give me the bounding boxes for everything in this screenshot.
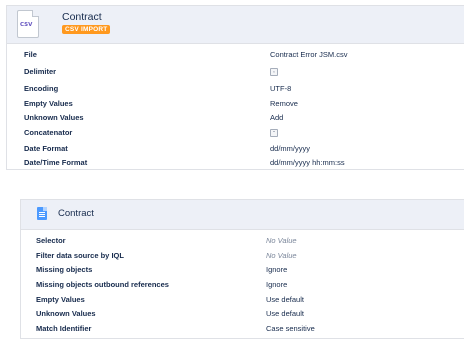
field-label: Selector	[36, 236, 66, 245]
field-label: Unknown Values	[36, 309, 96, 318]
document-icon	[37, 207, 47, 220]
field-label: Date Format	[24, 144, 68, 153]
field-label: Missing objects outbound references	[36, 280, 169, 289]
field-label: Concatenator	[24, 128, 73, 137]
field-label: Delimiter	[24, 67, 57, 76]
field-value: No Value	[266, 236, 297, 245]
field-value: UTF-8	[270, 84, 292, 93]
field-value: Ignore	[266, 265, 288, 274]
field-value: Use default	[266, 309, 304, 318]
field-value: Ignore	[266, 280, 288, 289]
field-label: Missing objects	[36, 265, 93, 274]
csv-import-header: CSV Contract CSV IMPORT	[7, 6, 464, 44]
field-value: Case sensitive	[266, 324, 315, 333]
field-value: Contract Error JSM.csv	[270, 50, 348, 59]
field-value: dd/mm/yyyy hh:mm:ss	[270, 158, 345, 167]
field-label: Filter data source by IQL	[36, 251, 124, 260]
field-label: Date/Time Format	[24, 158, 88, 167]
field-value: dd/mm/yyyy	[270, 144, 311, 153]
csv-import-panel: CSV Contract CSV IMPORT	[6, 5, 464, 170]
csv-import-badge: CSV IMPORT	[62, 25, 111, 34]
concatenator-chip: -	[270, 129, 278, 138]
field-value: No Value	[266, 251, 297, 260]
field-label: Encoding	[24, 84, 59, 93]
field-label: Empty Values	[24, 99, 73, 108]
field-value: Use default	[266, 295, 304, 304]
field-value: Remove	[270, 99, 298, 108]
field-label: File	[24, 50, 37, 59]
delimiter-chip: ,	[270, 68, 278, 77]
object-mapping-header: Contract	[21, 200, 464, 230]
mapping-title: Contract	[58, 208, 94, 219]
field-label: Match Identifier	[36, 324, 92, 333]
field-label: Unknown Values	[24, 113, 84, 122]
field-value: Add	[270, 113, 284, 122]
csv-file-icon: CSV	[17, 10, 39, 38]
import-title: Contract	[62, 11, 102, 23]
field-label: Empty Values	[36, 295, 85, 304]
